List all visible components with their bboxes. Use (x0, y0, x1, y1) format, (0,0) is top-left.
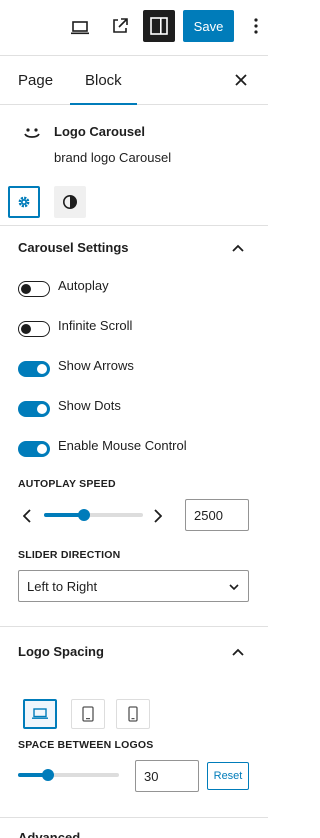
slider-thumb[interactable] (42, 769, 55, 781)
mouse-control-toggle[interactable] (18, 441, 50, 457)
device-tablet-button[interactable] (71, 699, 105, 729)
mobile-icon (128, 706, 138, 722)
show-dots-toggle[interactable] (18, 401, 50, 417)
select-value: Left to Right (27, 578, 98, 594)
reset-button[interactable]: Reset (207, 762, 249, 790)
tab-page[interactable]: Page (18, 57, 53, 104)
show-arrows-toggle-row[interactable]: Show Arrows (18, 357, 258, 381)
slider-direction-select[interactable]: Left to Right (18, 570, 249, 602)
editor-toolbar: Save (0, 0, 268, 56)
tablet-icon (82, 706, 94, 722)
save-button[interactable]: Save (183, 10, 234, 42)
chevron-down-icon (229, 584, 239, 591)
smiley-icon (20, 122, 44, 146)
toggle-label: Show Dots (58, 398, 121, 413)
laptop-icon[interactable] (66, 14, 94, 42)
infinite-scroll-toggle-row[interactable]: Infinite Scroll (18, 317, 258, 341)
toggle-label: Show Arrows (58, 358, 134, 373)
panel-divider (0, 626, 268, 627)
space-between-logos-input[interactable]: 30 (135, 760, 199, 792)
toggle-label: Autoplay (58, 278, 109, 293)
panel-title: Carousel Settings (18, 240, 129, 255)
space-between-logos-slider[interactable] (18, 765, 119, 785)
mouse-control-toggle-row[interactable]: Enable Mouse Control (18, 437, 258, 461)
sidebar-toggle-icon[interactable] (143, 10, 175, 42)
chevron-right-icon[interactable] (150, 506, 166, 526)
styles-tab[interactable] (54, 186, 86, 218)
autoplay-toggle[interactable] (18, 281, 50, 297)
device-desktop-button[interactable] (23, 699, 57, 729)
toggle-label: Enable Mouse Control (58, 438, 187, 453)
toggle-label: Infinite Scroll (58, 318, 133, 333)
block-card: Logo Carousel brand logo Carousel (0, 106, 268, 226)
chevron-up-icon[interactable] (228, 238, 248, 258)
panel-divider (0, 817, 268, 818)
advanced-panel-title[interactable]: Advanced (18, 830, 80, 838)
slider-direction-label: SLIDER DIRECTION (18, 549, 121, 561)
space-between-logos-label: SPACE BETWEEN LOGOS (18, 739, 154, 751)
tab-block[interactable]: Block (70, 57, 137, 105)
chevron-up-icon[interactable] (228, 642, 248, 662)
autoplay-speed-input[interactable]: 2500 (185, 499, 249, 531)
chevron-left-icon[interactable] (19, 506, 35, 526)
device-mobile-button[interactable] (116, 699, 150, 729)
autoplay-toggle-row[interactable]: Autoplay (18, 277, 258, 301)
more-vertical-icon[interactable] (248, 12, 264, 40)
laptop-icon (32, 708, 48, 719)
autoplay-speed-label: AUTOPLAY SPEED (18, 478, 116, 490)
infinite-scroll-toggle[interactable] (18, 321, 50, 337)
settings-tab[interactable] (8, 186, 40, 218)
show-arrows-toggle[interactable] (18, 361, 50, 377)
show-dots-toggle-row[interactable]: Show Dots (18, 397, 258, 421)
block-name: Logo Carousel (54, 124, 146, 139)
sidebar-tabs: Page Block (0, 57, 268, 105)
panel-title: Logo Spacing (18, 644, 104, 659)
half-circle-icon (63, 195, 77, 209)
slider-thumb[interactable] (77, 509, 90, 521)
gear-icon (18, 196, 30, 208)
external-link-icon[interactable] (106, 12, 134, 40)
block-description: brand logo Carousel (54, 150, 172, 165)
carousel-settings-header[interactable]: Carousel Settings (0, 226, 268, 270)
logo-spacing-header[interactable]: Logo Spacing (0, 630, 268, 674)
autoplay-speed-slider[interactable] (44, 505, 143, 525)
close-icon[interactable] (230, 69, 252, 91)
